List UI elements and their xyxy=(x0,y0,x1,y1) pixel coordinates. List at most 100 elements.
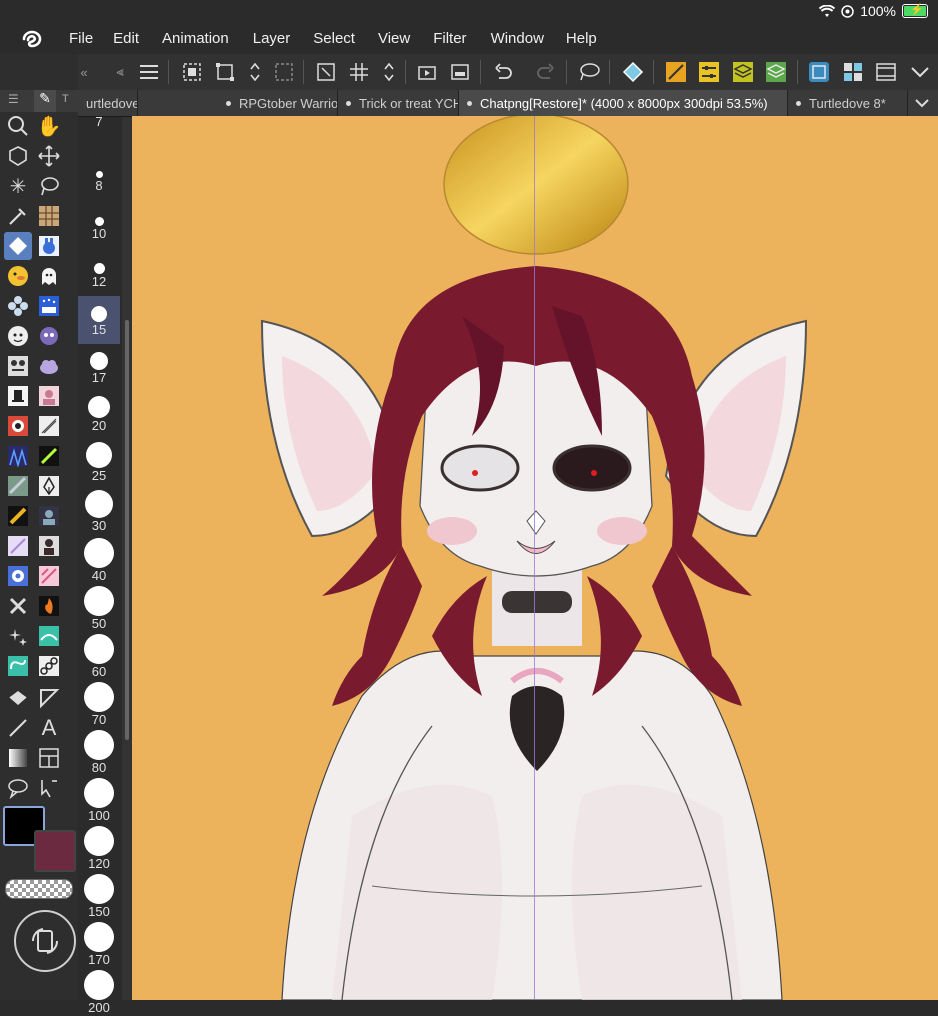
select-layer-icon[interactable] xyxy=(178,58,206,86)
sketch-brush-icon[interactable] xyxy=(35,412,63,440)
transform-icon[interactable] xyxy=(211,58,239,86)
brush-size-item[interactable]: 120 xyxy=(78,824,120,872)
magic-wand-icon[interactable]: ✳ xyxy=(4,172,32,200)
face-brush-icon[interactable] xyxy=(4,322,32,350)
object-icon[interactable] xyxy=(4,142,32,170)
timeline-icon[interactable] xyxy=(446,58,474,86)
brush-size-item[interactable]: 200 xyxy=(78,968,120,1016)
move-icon[interactable] xyxy=(35,142,63,170)
ghost-brush-icon[interactable] xyxy=(35,262,63,290)
tab-trick-or-treat[interactable]: Trick or treat YCH xyxy=(338,90,459,116)
drawing-canvas[interactable] xyxy=(132,116,938,1000)
sparkle-brush-icon[interactable] xyxy=(35,292,63,320)
material-icon[interactable] xyxy=(762,58,790,86)
eyedropper-icon[interactable] xyxy=(4,202,32,230)
brush-size-item[interactable]: 30 xyxy=(78,488,120,536)
tabs-overflow-icon[interactable] xyxy=(908,90,938,116)
line-icon[interactable] xyxy=(4,714,32,742)
text-icon[interactable]: A xyxy=(35,714,63,742)
panel-layout-icon[interactable] xyxy=(35,744,63,772)
fire-brush-icon[interactable] xyxy=(35,592,63,620)
menu-layer[interactable]: Layer xyxy=(253,30,291,47)
tab-chatpng[interactable]: Chatpng[Restore]* (4000 x 8000px 300dpi … xyxy=(459,90,788,116)
text-tab-icon[interactable]: T xyxy=(62,93,69,105)
duck-brush-icon[interactable] xyxy=(4,262,32,290)
brush-size-item[interactable]: 70 xyxy=(78,680,120,728)
brush-size-item[interactable]: 8 xyxy=(78,152,120,200)
cross-brush-icon[interactable] xyxy=(4,592,32,620)
brush-size-item[interactable]: 12 xyxy=(78,248,120,296)
brush-size-item[interactable]: 50 xyxy=(78,584,120,632)
rotate-canvas-icon[interactable] xyxy=(14,910,76,972)
brush-size-item[interactable]: 20 xyxy=(78,392,120,440)
neon-brush-icon[interactable] xyxy=(35,442,63,470)
pattern-brush-icon[interactable] xyxy=(4,352,32,380)
spike-brush-icon[interactable] xyxy=(4,442,32,470)
menu-select[interactable]: Select xyxy=(313,30,355,47)
hand-icon[interactable]: ✋ xyxy=(35,112,63,140)
correct-line-icon[interactable] xyxy=(35,774,63,802)
brush-size-item[interactable]: 150 xyxy=(78,872,120,920)
export-icon[interactable] xyxy=(805,58,833,86)
lasso-tool-icon[interactable] xyxy=(35,172,63,200)
grid-icon[interactable] xyxy=(345,58,373,86)
figure-brush-icon[interactable] xyxy=(35,532,63,560)
tab-rpgtober[interactable]: RPGtober Warrior xyxy=(218,90,338,116)
brush-size-item[interactable]: 60 xyxy=(78,632,120,680)
gear-brush-icon[interactable] xyxy=(4,562,32,590)
sub-color-swatch[interactable] xyxy=(34,830,76,872)
expand-panel-icon[interactable]: ⫷ xyxy=(112,58,128,86)
menu-file[interactable]: File xyxy=(69,30,93,47)
chain-brush-icon[interactable] xyxy=(35,652,63,680)
zoom-icon[interactable] xyxy=(4,112,32,140)
fill-tool-icon[interactable] xyxy=(4,232,32,260)
animation-icon[interactable] xyxy=(413,58,441,86)
star-brush-icon[interactable] xyxy=(4,622,32,650)
palette-menu-icon[interactable]: ☰ xyxy=(8,92,19,106)
menu-view[interactable]: View xyxy=(378,30,410,47)
ruler-icon[interactable] xyxy=(662,58,690,86)
pen-nib-icon[interactable] xyxy=(35,472,63,500)
blob-brush-icon[interactable] xyxy=(35,322,63,350)
portrait-brush-icon[interactable] xyxy=(35,382,63,410)
frame-icon[interactable] xyxy=(35,202,63,230)
gold-brush-icon[interactable] xyxy=(4,502,32,530)
adjust-icon[interactable] xyxy=(695,58,723,86)
flip-icon[interactable] xyxy=(241,58,269,86)
bunny-brush-icon[interactable] xyxy=(35,232,63,260)
fill-icon[interactable] xyxy=(619,58,647,86)
brush-size-item[interactable]: 10 xyxy=(78,200,120,248)
app-logo-icon[interactable] xyxy=(20,27,44,51)
bucket-icon[interactable] xyxy=(4,684,32,712)
transparent-color-swatch[interactable] xyxy=(5,879,73,899)
tab-turtledove[interactable]: Turtledove 8* xyxy=(788,90,908,116)
pen-tab-icon[interactable]: ✎ xyxy=(34,90,56,112)
menu-filter[interactable]: Filter xyxy=(433,30,466,47)
mask-brush-icon[interactable] xyxy=(4,412,32,440)
brush-size-item[interactable]: 80 xyxy=(78,728,120,776)
brush-size-item[interactable]: 17 xyxy=(78,344,120,392)
collapse-icon[interactable]: « xyxy=(76,58,92,86)
layers-icon[interactable] xyxy=(729,58,757,86)
deselect-icon[interactable] xyxy=(270,58,298,86)
undo-icon[interactable] xyxy=(489,58,517,86)
gradient-icon[interactable] xyxy=(4,744,32,772)
brush-size-item[interactable]: 100 xyxy=(78,776,120,824)
hat-brush-icon[interactable] xyxy=(4,382,32,410)
menu-icon[interactable] xyxy=(135,58,163,86)
brush-size-item[interactable]: 25 xyxy=(78,440,120,488)
film-icon[interactable] xyxy=(872,58,900,86)
gradient-shape-icon[interactable] xyxy=(35,684,63,712)
loop-brush-icon[interactable] xyxy=(4,652,32,680)
redo-icon[interactable] xyxy=(532,58,560,86)
brush-size-item[interactable]: 170 xyxy=(78,920,120,968)
texture-brush-icon[interactable] xyxy=(4,472,32,500)
expand-icon[interactable] xyxy=(312,58,340,86)
menu-help[interactable]: Help xyxy=(566,30,597,47)
brush-size-item[interactable]: 15 xyxy=(78,296,120,344)
character-brush-icon[interactable] xyxy=(35,502,63,530)
brush-size-item[interactable]: 40 xyxy=(78,536,120,584)
menu-window[interactable]: Window xyxy=(491,30,544,47)
cloud-brush-icon[interactable] xyxy=(35,352,63,380)
tab-icon-cloud[interactable]: urtledove[Restore] xyxy=(78,90,138,116)
